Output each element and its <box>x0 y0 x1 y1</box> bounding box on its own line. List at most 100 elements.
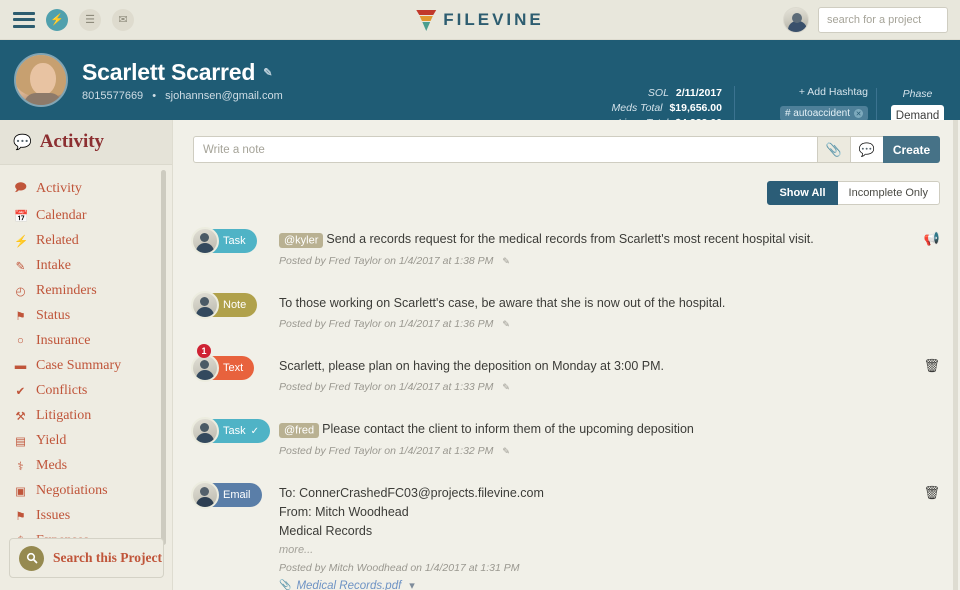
filevine-logo[interactable]: FILEVINE <box>416 9 544 31</box>
hashtag-label: # autoaccident <box>784 108 850 119</box>
page-title: Scarlett Scarred ✎ <box>82 59 283 86</box>
list-icon[interactable]: ☰ <box>79 8 101 31</box>
stat-row: SOL 2/11/2017 <box>604 86 722 101</box>
filter-show-all[interactable]: Show All <box>767 181 838 205</box>
feed-item-posted-by: Posted by Fred Taylor on 1/4/2017 at 1:3… <box>279 254 494 267</box>
sidebar-header: 💬 Activity <box>0 120 172 165</box>
pencil-icon[interactable]: ✎ <box>502 256 510 266</box>
mention-tag[interactable]: @kyler <box>279 232 324 248</box>
email-more-link[interactable]: more... <box>279 544 940 556</box>
attachment-link[interactable]: 📎 Medical Records.pdf ▾ <box>279 579 940 590</box>
feed-item: Note To those working on Scarlett's case… <box>191 290 940 330</box>
stat-value: $19,656.00 <box>669 101 722 114</box>
feed-item-text-row: To those working on Scarlett's case, be … <box>279 294 940 312</box>
paperclip-icon: 📎 <box>279 580 292 590</box>
feed-item-meta: Posted by Fred Taylor on 1/4/2017 at 1:3… <box>279 318 940 330</box>
badge-label: Task <box>223 235 246 247</box>
sidebar-item-meds[interactable]: ⚕ Meds <box>0 453 172 478</box>
feed-item-posted-by: Posted by Mitch Woodhead on 1/4/2017 at … <box>279 562 520 575</box>
hamburger-icon[interactable] <box>13 11 35 28</box>
client-email: sjohannsen@gmail.com <box>165 89 283 102</box>
filter-incomplete-only[interactable]: Incomplete Only <box>837 181 940 205</box>
feed-item-badge-wrap: Email <box>191 481 273 590</box>
email-from: From: Mitch Woodhead <box>279 504 409 519</box>
paperclip-icon[interactable]: 📎 <box>817 136 850 163</box>
feed-item: Task ✓ @fred Please contact the client to… <box>191 417 940 457</box>
envelope-glyph: ✉ <box>118 14 128 26</box>
feed-item-text: To those working on Scarlett's case, be … <box>279 295 726 310</box>
feed-item-meta: Posted by Fred Taylor on 1/4/2017 at 1:3… <box>279 255 940 267</box>
sidebar-title: Activity <box>39 131 105 152</box>
pencil-icon[interactable]: ✎ <box>502 382 510 392</box>
close-icon[interactable]: ✕ <box>854 109 863 118</box>
main-scrollbar[interactable] <box>953 120 958 590</box>
lightning-bolt-glyph: ⚡ <box>50 14 64 26</box>
avatar-body <box>24 93 62 105</box>
sidebar-item-negotiations[interactable]: ▣ Negotiations <box>0 478 172 503</box>
archive-icon[interactable]: 🗑 <box>923 485 940 501</box>
pencil-icon[interactable]: ✎ <box>502 319 510 329</box>
add-hashtag-button[interactable]: + Add Hashtag <box>758 86 868 98</box>
pencil-icon: ✎ <box>15 260 26 273</box>
client-avatar[interactable] <box>14 53 68 107</box>
feed-filter-group: Show All Incomplete Only <box>193 181 940 205</box>
mention-tag[interactable]: @fred <box>279 422 320 438</box>
stat-value: 2/11/2017 <box>675 87 722 99</box>
table-icon: ▤ <box>15 435 26 448</box>
sidebar-item-yield[interactable]: ▤ Yield <box>0 428 172 453</box>
avatar[interactable] <box>783 6 809 33</box>
sidebar-item-conflicts[interactable]: ✔ Conflicts <box>0 378 172 403</box>
status-badge[interactable]: Task <box>191 227 257 255</box>
sidebar-item-status[interactable]: ⚑ Status <box>0 303 172 328</box>
sidebar-item-reminders[interactable]: ◴ Reminders <box>0 278 172 303</box>
megaphone-icon[interactable]: 📢 <box>924 231 940 247</box>
archive-icon[interactable]: 🗑 <box>923 358 940 374</box>
content-area: 💬 Activity 🗩 Activity 📅 Calendar ⚡ Relat… <box>0 120 960 590</box>
hashtag-chip[interactable]: # autoaccident ✕ <box>779 106 868 121</box>
sidebar-item-label: Yield <box>36 432 67 448</box>
sidebar-item-issues[interactable]: ⚑ Issues <box>0 503 172 528</box>
create-button[interactable]: Create <box>883 136 940 163</box>
sidebar-item-related[interactable]: ⚡ Related <box>0 228 172 253</box>
lightning-bolt-icon[interactable]: ⚡ <box>46 8 68 31</box>
sidebar-item-label: Meds <box>36 457 68 473</box>
client-phone: 8015577669 <box>82 89 144 102</box>
feed-item-body: @fred Please contact the client to inform… <box>273 417 940 457</box>
sidebar-item-litigation[interactable]: ⚒ Litigation <box>0 403 172 428</box>
sidebar-item-label: Issues <box>36 507 71 523</box>
pill-icon: ⚕ <box>17 460 24 473</box>
stat-label: SOL <box>647 87 669 99</box>
sidebar-item-activity[interactable]: 🗩 Activity <box>0 175 172 203</box>
feed-item-body: @kyler Send a records request for the med… <box>273 227 940 267</box>
feed-item-text: Send a records request for the medical r… <box>326 232 814 246</box>
brand-name: FILEVINE <box>443 9 544 29</box>
sidebar-item-label: Status <box>36 307 71 323</box>
check-icon: ✔ <box>15 385 26 398</box>
sidebar-item-label: Conflicts <box>36 382 88 398</box>
feed-item-body: To: ConnerCrashedFC03@projects.filevine.… <box>273 481 940 590</box>
sidebar-scrollbar[interactable] <box>161 170 166 545</box>
speech-bubble-icon[interactable]: 💬 <box>850 136 883 163</box>
search-input[interactable] <box>818 6 948 33</box>
note-input[interactable] <box>193 136 817 163</box>
status-badge[interactable]: Task ✓ <box>191 417 271 446</box>
pencil-icon[interactable]: ✎ <box>263 66 272 79</box>
sidebar-item-label: Insurance <box>36 332 91 348</box>
sidebar-item-case-summary[interactable]: ▬ Case Summary <box>0 353 172 378</box>
status-badge[interactable]: Note <box>191 290 258 319</box>
chevron-down-icon[interactable]: ▾ <box>409 579 415 590</box>
flag-icon: ⚑ <box>15 310 26 323</box>
calendar-icon: 📅 <box>14 210 29 223</box>
pencil-icon[interactable]: ✎ <box>502 446 510 456</box>
sidebar-item-intake[interactable]: ✎ Intake <box>0 253 172 278</box>
status-badge[interactable]: Email <box>191 481 262 510</box>
feed-item-meta: Posted by Mitch Woodhead on 1/4/2017 at … <box>279 562 940 574</box>
feed-item-text: Please contact the client to inform them… <box>322 422 694 437</box>
sidebar-item-calendar[interactable]: 📅 Calendar <box>0 203 172 228</box>
status-badge[interactable]: Text <box>191 354 255 383</box>
search-project-label: Search this Project <box>53 550 162 565</box>
sidebar-item-insurance[interactable]: ○ Insurance <box>0 328 172 353</box>
search-project-button[interactable]: Search this Project <box>9 538 164 578</box>
feed-item-email: Email To: ConnerCrashedFC03@projects.fil… <box>191 481 940 590</box>
envelope-icon[interactable]: ✉ <box>112 8 134 31</box>
